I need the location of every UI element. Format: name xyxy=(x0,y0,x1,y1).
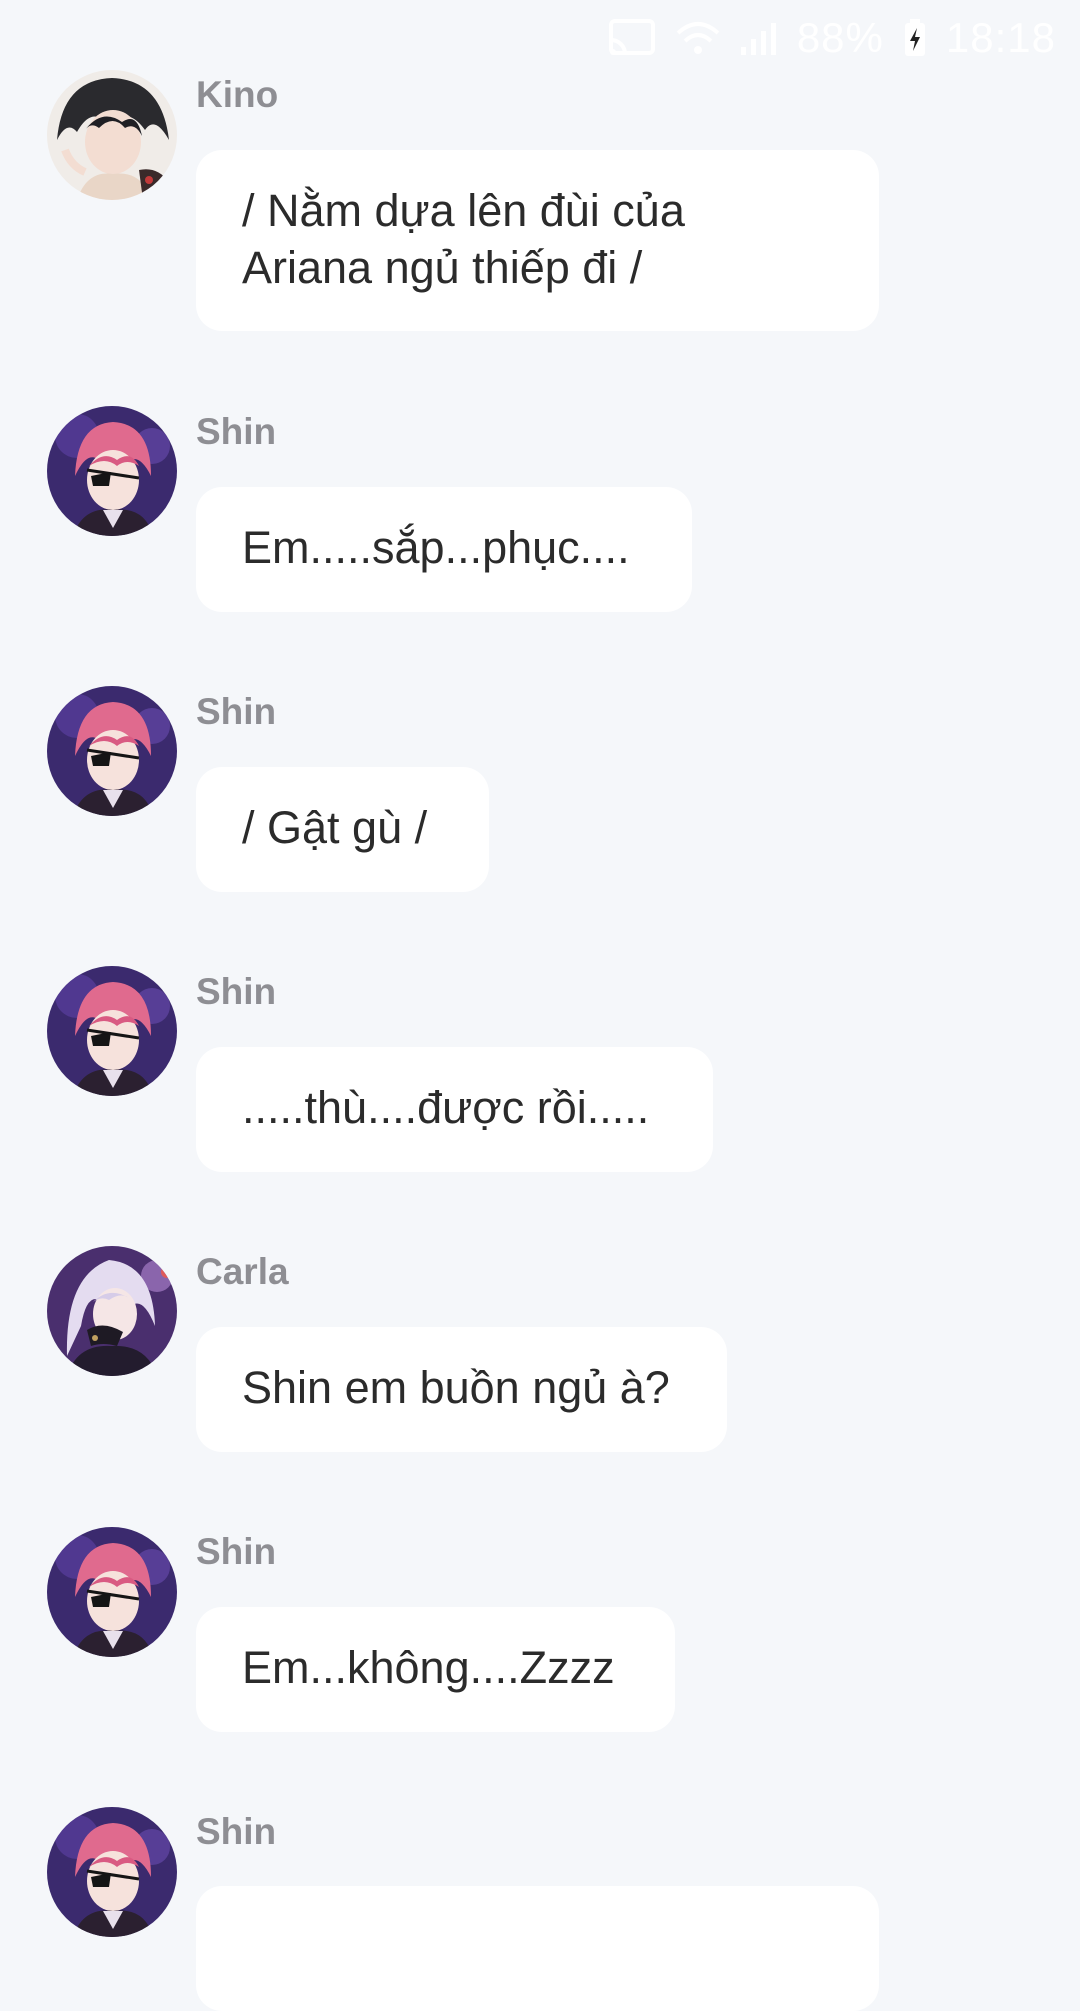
sender-name: Shin xyxy=(196,1531,277,1572)
shin-avatar[interactable] xyxy=(47,1807,177,1937)
message-bubble[interactable]: / Gật gù / xyxy=(196,767,489,892)
chat-list: Kino / Nằm dựa lên đùi của Ariana ngủ th… xyxy=(0,0,1080,2011)
message-bubble[interactable]: Em...không....Zzzz xyxy=(196,1607,675,1732)
shin-avatar[interactable] xyxy=(47,686,177,816)
sender-name: Carla xyxy=(196,1251,289,1292)
message-bubble[interactable] xyxy=(196,1886,879,2011)
sender-name: Shin xyxy=(196,691,277,732)
message-bubble[interactable]: Em.....sắp...phục.... xyxy=(196,487,692,612)
sender-name: Shin xyxy=(196,971,277,1012)
sender-name: Shin xyxy=(196,1811,277,1852)
message-bubble[interactable]: Shin em buồn ngủ à? xyxy=(196,1327,727,1452)
kino-avatar[interactable] xyxy=(47,70,177,200)
shin-avatar[interactable] xyxy=(47,406,177,536)
sender-name: Kino xyxy=(196,74,279,115)
shin-avatar[interactable] xyxy=(47,1527,177,1657)
carla-avatar[interactable] xyxy=(47,1246,177,1376)
sender-name: Shin xyxy=(196,411,277,452)
message-bubble[interactable]: .....thù....được rồi..... xyxy=(196,1047,713,1172)
message-bubble[interactable]: / Nằm dựa lên đùi của Ariana ngủ thiếp đ… xyxy=(196,150,879,331)
shin-avatar[interactable] xyxy=(47,966,177,1096)
